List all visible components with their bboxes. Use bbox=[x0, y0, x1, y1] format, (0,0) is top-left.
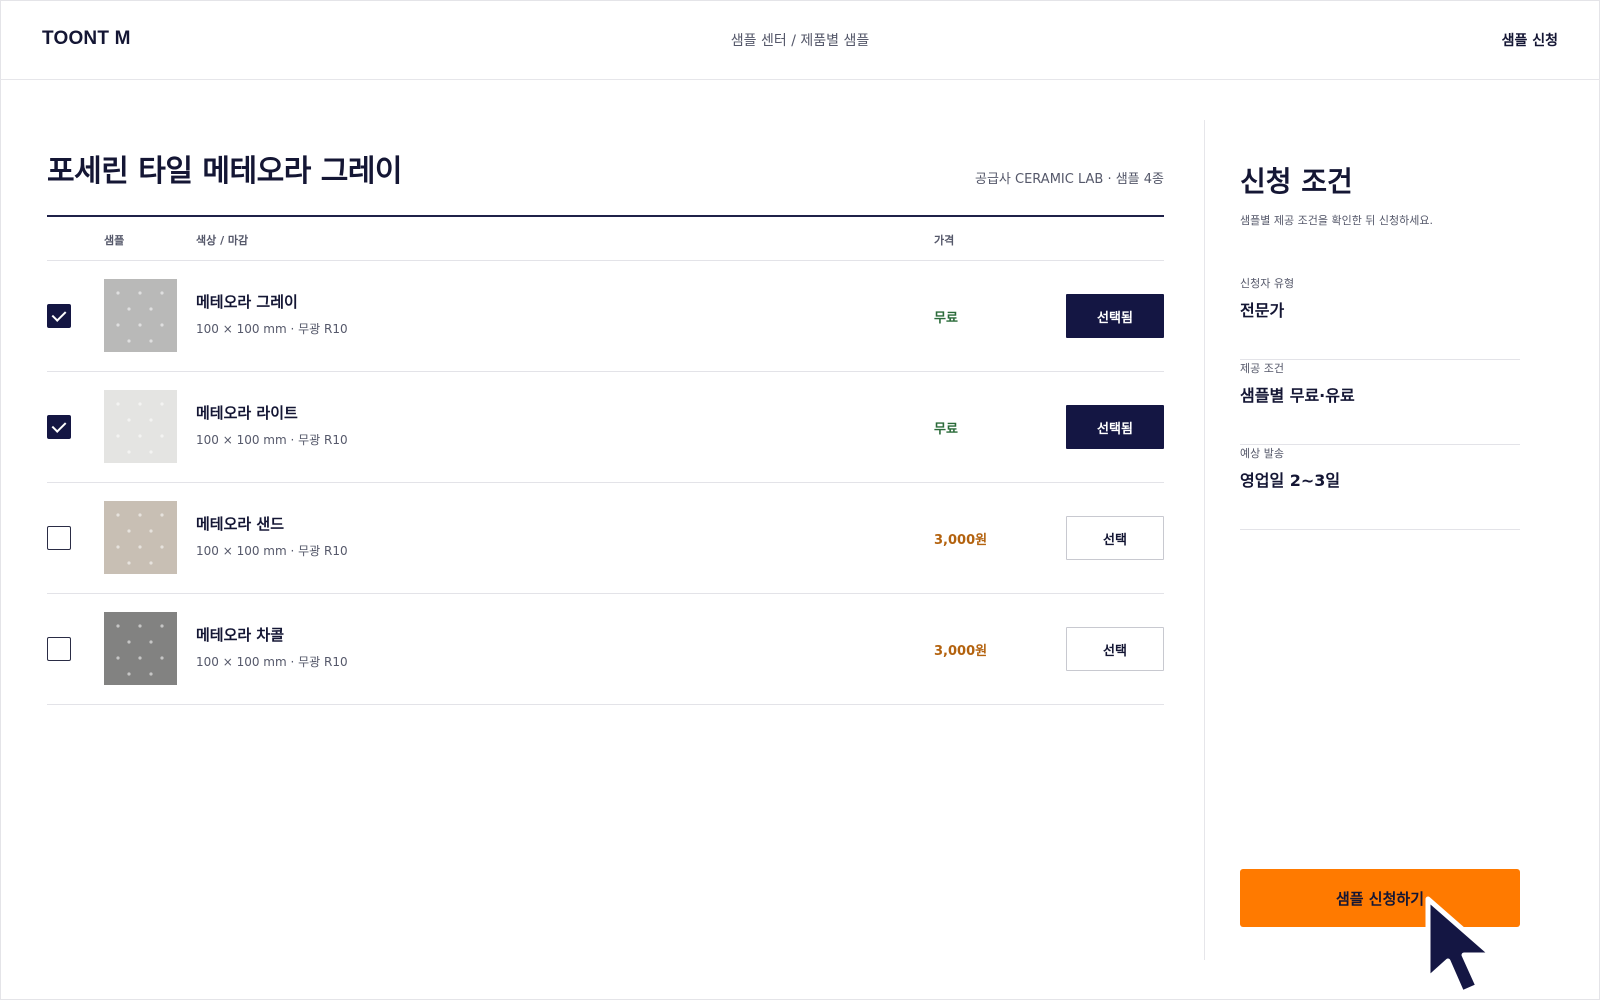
panel-title: 신청 조건 bbox=[1240, 165, 1353, 198]
condition-provision: 제공 조건 샘플별 무료·유료 bbox=[1240, 360, 1520, 445]
breadcrumb: 샘플 센터 / 제품별 샘플 bbox=[730, 33, 870, 49]
sample-price: 3,000원 bbox=[934, 533, 988, 548]
request-conditions-panel: 신청 조건 샘플별 제공 조건을 확인한 뒤 신청하세요. 신청자 유형 전문가… bbox=[1204, 120, 1600, 960]
condition-applicant-type: 신청자 유형 전문가 bbox=[1240, 275, 1520, 360]
condition-value: 영업일 2~3일 bbox=[1240, 471, 1341, 490]
condition-label: 제공 조건 bbox=[1240, 362, 1284, 375]
sample-name: 메테오라 차콜 bbox=[196, 626, 285, 644]
apply-sample-button[interactable]: 샘플 신청하기 bbox=[1240, 869, 1520, 927]
sample-name: 메테오라 샌드 bbox=[196, 515, 285, 533]
table-row: 메테오라 라이트 100 × 100 mm · 무광 R10 무료 선택됨 bbox=[47, 372, 1164, 483]
table-header: 샘플 색상 / 마감 가격 bbox=[47, 217, 1164, 261]
select-button[interactable]: 선택됨 bbox=[1066, 294, 1164, 338]
condition-label: 신청자 유형 bbox=[1240, 277, 1295, 290]
sample-spec: 100 × 100 mm · 무광 R10 bbox=[196, 322, 348, 336]
sample-spec: 100 × 100 mm · 무광 R10 bbox=[196, 655, 348, 669]
sample-swatch bbox=[104, 501, 177, 574]
condition-shipping: 예상 발송 영업일 2~3일 bbox=[1240, 445, 1520, 530]
sample-checkbox[interactable] bbox=[47, 415, 71, 439]
condition-label: 예상 발송 bbox=[1240, 447, 1284, 460]
sample-checkbox[interactable] bbox=[47, 304, 71, 328]
sample-request-link[interactable]: 샘플 신청 bbox=[1502, 30, 1558, 50]
condition-value: 전문가 bbox=[1240, 301, 1285, 320]
sample-price: 무료 bbox=[934, 422, 958, 437]
table-row: 메테오라 샌드 100 × 100 mm · 무광 R10 3,000원 선택 bbox=[47, 483, 1164, 594]
column-header-color-finish: 색상 / 마감 bbox=[196, 234, 249, 247]
sample-swatch bbox=[104, 279, 177, 352]
sample-name: 메테오라 라이트 bbox=[196, 404, 298, 422]
sample-spec: 100 × 100 mm · 무광 R10 bbox=[196, 544, 348, 558]
sample-checkbox[interactable] bbox=[47, 637, 71, 661]
sample-price: 무료 bbox=[934, 311, 958, 326]
select-button[interactable]: 선택됨 bbox=[1066, 405, 1164, 449]
sample-name: 메테오라 그레이 bbox=[196, 293, 298, 311]
condition-value: 샘플별 무료·유료 bbox=[1240, 386, 1355, 405]
panel-description: 샘플별 제공 조건을 확인한 뒤 신청하세요. bbox=[1240, 214, 1434, 227]
top-bar: TOONT M 샘플 센터 / 제품별 샘플 샘플 신청 bbox=[0, 0, 1600, 80]
table-row: 메테오라 그레이 100 × 100 mm · 무광 R10 무료 선택됨 bbox=[47, 261, 1164, 372]
sample-spec: 100 × 100 mm · 무광 R10 bbox=[196, 433, 348, 447]
table-body: 메테오라 그레이 100 × 100 mm · 무광 R10 무료 선택됨 메테… bbox=[47, 261, 1164, 705]
sample-swatch bbox=[104, 390, 177, 463]
sample-swatch bbox=[104, 612, 177, 685]
select-button[interactable]: 선택 bbox=[1066, 516, 1164, 560]
sample-checkbox[interactable] bbox=[47, 526, 71, 550]
select-button[interactable]: 선택 bbox=[1066, 627, 1164, 671]
sample-price: 3,000원 bbox=[934, 644, 988, 659]
sample-table: 샘플 색상 / 마감 가격 메테오라 그레이 100 × 100 mm · 무광… bbox=[47, 215, 1164, 705]
supplier-info: 공급사 CERAMIC LAB · 샘플 4종 bbox=[975, 172, 1164, 187]
column-header-sample: 샘플 bbox=[104, 234, 125, 247]
page-title: 포세린 타일 메테오라 그레이 bbox=[47, 154, 403, 189]
table-row: 메테오라 차콜 100 × 100 mm · 무광 R10 3,000원 선택 bbox=[47, 594, 1164, 705]
column-header-price: 가격 bbox=[934, 234, 955, 247]
